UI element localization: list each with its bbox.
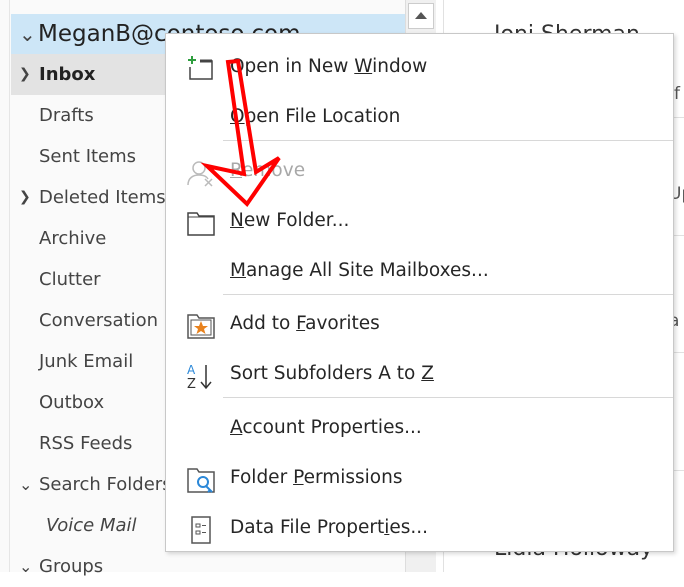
- label-part: es...: [389, 517, 429, 538]
- chevron-right-icon[interactable]: ❯: [19, 54, 31, 95]
- folder-label: Sent Items: [39, 146, 137, 167]
- menu-item-remove: Remove: [166, 150, 673, 194]
- menu-item-open-file-location[interactable]: Open File Location: [166, 96, 673, 140]
- mnemonic-key: R: [230, 160, 243, 181]
- pane-edge: [9, 0, 10, 572]
- svg-text:A: A: [187, 363, 196, 377]
- label-part: ew Folder...: [243, 210, 350, 231]
- label-part: Data File Propert: [230, 517, 385, 538]
- folder-label: Groups: [39, 556, 104, 577]
- folder-label: Inbox: [39, 64, 96, 85]
- mnemonic-key: Z: [421, 363, 434, 384]
- mnemonic-key: M: [230, 260, 246, 281]
- menu-item-account-properties[interactable]: Account Properties...: [166, 407, 673, 451]
- label-part: Folder: [230, 467, 294, 488]
- mnemonic-key: N: [230, 210, 244, 231]
- label-part: Sort Subfolders A to: [230, 363, 422, 384]
- mnemonic-key: A: [230, 417, 243, 438]
- menu-item-sort-subfolders-a-to-z[interactable]: A Z Sort Subfolders A to Z: [166, 353, 673, 397]
- menu-item-label: Data File Properties...: [230, 517, 428, 538]
- label-part: ermissions: [303, 467, 403, 488]
- menu-item-add-to-favorites[interactable]: Add to Favorites: [166, 303, 673, 347]
- menu-separator: [223, 397, 673, 398]
- mnemonic-key: P: [293, 467, 304, 488]
- label-part: ccount Properties...: [242, 417, 422, 438]
- folder-item[interactable]: ⌄ Groups: [11, 546, 405, 587]
- folder-label: Search Folders: [39, 474, 172, 495]
- favorites-folder-icon: [186, 312, 216, 340]
- folder-label: Drafts: [39, 105, 94, 126]
- data-file-properties-icon: [186, 516, 216, 544]
- label-part: indow: [372, 56, 428, 77]
- mnemonic-key: F: [296, 313, 306, 334]
- menu-item-label: Sort Subfolders A to Z: [230, 363, 434, 384]
- menu-item-manage-all-site-mailboxes[interactable]: Manage All Site Mailboxes...: [166, 250, 673, 294]
- menu-item-label: Add to Favorites: [230, 313, 380, 334]
- label-part: Add to: [230, 313, 297, 334]
- menu-item-label: New Folder...: [230, 210, 349, 231]
- label-part: pen File Location: [244, 106, 401, 127]
- folder-label: Clutter: [39, 269, 101, 290]
- menu-item-label: Account Properties...: [230, 417, 422, 438]
- menu-item-label: Remove: [230, 160, 305, 181]
- folder-permissions-icon: [186, 466, 216, 494]
- menu-separator: [223, 140, 673, 141]
- mnemonic-key: O: [230, 106, 245, 127]
- folder-label: RSS Feeds: [39, 433, 133, 454]
- menu-separator: [223, 294, 673, 295]
- label-part: avorites: [305, 313, 380, 334]
- open-new-window-icon: [186, 55, 216, 83]
- chevron-right-icon[interactable]: ❯: [19, 177, 31, 218]
- context-menu: Open in New Window Open File Location Remo…: [165, 33, 674, 552]
- menu-item-label: Open in New Window: [230, 56, 427, 77]
- sort-az-icon: AZ: [186, 362, 216, 392]
- menu-item-label: Manage All Site Mailboxes...: [230, 260, 489, 281]
- mnemonic-key: W: [354, 56, 373, 77]
- folder-label: Archive: [39, 228, 107, 249]
- label-part: anage All Site Mailboxes...: [245, 260, 489, 281]
- chevron-down-icon[interactable]: ⌄: [19, 464, 32, 505]
- chevron-down-icon[interactable]: ⌄: [19, 14, 36, 55]
- folder-label: Outbox: [39, 392, 105, 413]
- menu-item-label: Open File Location: [230, 106, 400, 127]
- svg-text:Z: Z: [187, 377, 196, 390]
- folder-label: Deleted Items: [39, 187, 166, 208]
- menu-item-label: Folder Permissions: [230, 467, 403, 488]
- chevron-down-icon[interactable]: ⌄: [19, 546, 32, 587]
- menu-item-data-file-properties[interactable]: Data File Properties...: [166, 507, 673, 551]
- label-part: emove: [242, 160, 306, 181]
- folder-label: Voice Mail: [46, 515, 137, 536]
- label-part: Open in New: [230, 56, 355, 77]
- new-folder-icon: [186, 209, 216, 237]
- menu-item-folder-permissions[interactable]: Folder Permissions: [166, 457, 673, 501]
- folder-label: Junk Email: [39, 351, 134, 372]
- scroll-up-button[interactable]: [408, 3, 434, 29]
- menu-item-new-folder[interactable]: New Folder...: [166, 200, 673, 244]
- menu-item-open-in-new-window[interactable]: Open in New Window: [166, 46, 673, 90]
- remove-user-icon: [186, 159, 216, 187]
